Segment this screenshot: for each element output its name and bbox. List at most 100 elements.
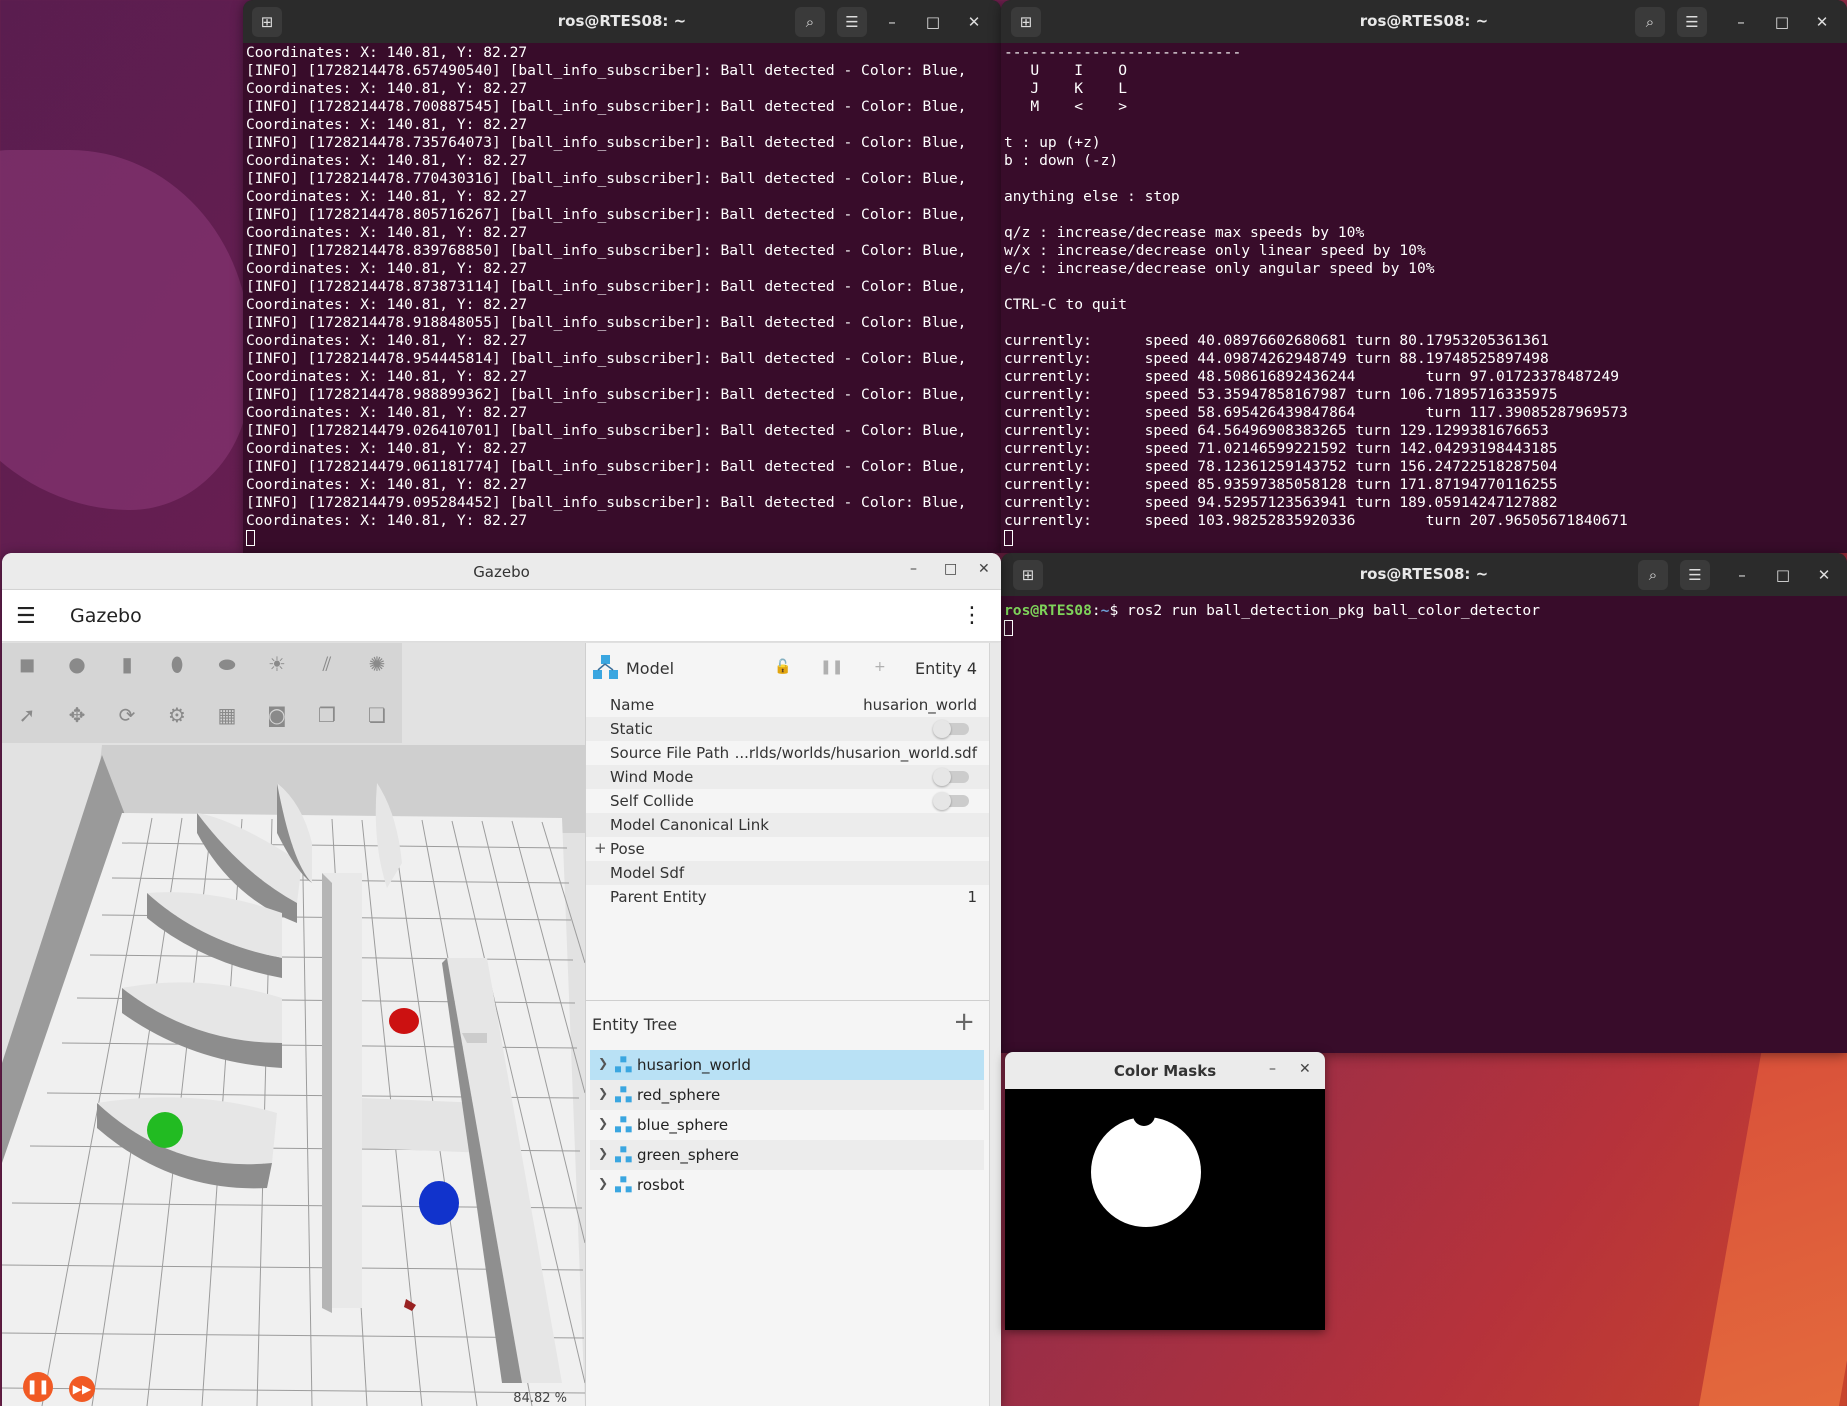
grid-snap-icon[interactable]: ▦ — [210, 698, 244, 732]
directional-light-icon[interactable]: ⫽ — [310, 647, 344, 681]
pause-button[interactable]: ❚❚ — [23, 1372, 53, 1402]
close-icon[interactable]: ✕ — [1809, 560, 1839, 590]
close-icon[interactable]: ✕ — [959, 7, 989, 37]
terminal-line: [INFO] [1728214478.770430316] [ball_info… — [246, 170, 967, 187]
tree-item[interactable]: ❯ blue_sphere — [590, 1110, 984, 1140]
terminal-line: Coordinates: X: 140.81, Y: 82.27 — [246, 512, 528, 529]
rotate-icon[interactable]: ⟳ — [110, 698, 144, 732]
blue-sphere[interactable] — [419, 1181, 459, 1225]
search-icon[interactable]: ⌕ — [1638, 560, 1668, 590]
property-value[interactable]: husarion_world — [863, 696, 977, 714]
model-cubes-icon — [615, 1056, 632, 1073]
terminal-line: Coordinates: X: 140.81, Y: 82.27 — [246, 296, 528, 313]
kebab-menu-icon[interactable]: ⋮ — [961, 603, 983, 628]
cylinder-shape-icon[interactable]: ▮ — [110, 647, 144, 681]
toggle-switch[interactable] — [933, 792, 969, 810]
tree-item[interactable]: ❯ rosbot — [590, 1170, 984, 1200]
toggle-switch[interactable] — [933, 720, 969, 738]
lock-icon[interactable]: 🔓 — [774, 659, 791, 675]
ellipsoid-shape-icon[interactable]: ⬬ — [210, 647, 244, 681]
translate-icon[interactable]: ✥ — [60, 698, 94, 732]
minimize-icon[interactable]: – — [1726, 7, 1756, 37]
tree-item[interactable]: ❯ red_sphere — [590, 1080, 984, 1110]
terminal-titlebar: ⊞ ros@RTES08: ~ ⌕ ☰ – □ ✕ — [1001, 0, 1847, 43]
expand-plus-icon[interactable]: + — [594, 839, 607, 857]
camera-screenshot-icon[interactable]: ◙ — [260, 698, 294, 732]
property-label: Self Collide — [610, 792, 694, 810]
tree-item[interactable]: ❯ husarion_world — [590, 1050, 984, 1080]
maximize-icon[interactable]: □ — [918, 7, 948, 37]
terminal-line: [INFO] [1728214478.805716267] [ball_info… — [246, 206, 967, 223]
expand-chevron-icon[interactable]: ❯ — [598, 1146, 608, 1160]
close-icon[interactable]: ✕ — [1807, 7, 1837, 37]
property-list: Name husarion_world Static Source File Path… — [586, 693, 989, 909]
terminal-line: [INFO] [1728214479.095284452] [ball_info… — [246, 494, 967, 511]
menu-icon[interactable]: ☰ — [1677, 7, 1707, 37]
expand-chevron-icon[interactable]: ❯ — [598, 1116, 608, 1130]
expand-chevron-icon[interactable]: ❯ — [598, 1086, 608, 1100]
menu-icon[interactable]: ☰ — [837, 7, 867, 37]
copy-icon[interactable]: ❐ — [310, 698, 344, 732]
hamburger-menu-icon[interactable]: ☰ — [16, 604, 36, 629]
tree-item-label: blue_sphere — [637, 1116, 729, 1134]
terminal-line: --------------------------- — [1004, 44, 1242, 61]
green-sphere[interactable] — [147, 1112, 183, 1148]
step-forward-button[interactable]: ▶▶ — [69, 1376, 95, 1402]
terminal-titlebar: ⊞ ros@RTES08: ~ ⌕ ☰ – □ ✕ — [1001, 553, 1847, 596]
window-title: Gazebo — [473, 563, 530, 581]
transform-control-icon[interactable]: ⚙ — [160, 698, 194, 732]
minimize-icon[interactable]: – — [1727, 560, 1757, 590]
menu-icon[interactable]: ☰ — [1680, 560, 1710, 590]
spot-light-icon[interactable]: ✺ — [360, 647, 394, 681]
search-icon[interactable]: ⌕ — [1635, 7, 1665, 37]
minimize-icon[interactable]: – — [877, 7, 907, 37]
terminal-line: [INFO] [1728214478.873873114] [ball_info… — [246, 278, 967, 295]
close-icon[interactable]: ✕ — [978, 561, 990, 577]
add-component-icon[interactable]: + — [874, 659, 886, 675]
maximize-icon[interactable]: □ — [1767, 7, 1797, 37]
property-label: Pose — [610, 840, 645, 858]
terminal-output[interactable]: Coordinates: X: 140.81, Y: 82.27 [INFO] [… — [243, 43, 1001, 548]
component-type-label: Model — [626, 659, 675, 678]
terminal-line: Coordinates: X: 140.81, Y: 82.27 — [246, 80, 528, 97]
terminal-line: [INFO] [1728214478.735764073] [ball_info… — [246, 134, 967, 151]
prompt-separator: : — [1091, 602, 1101, 619]
close-icon[interactable]: ✕ — [1299, 1061, 1311, 1077]
property-value[interactable]: ...rlds/worlds/husarion_world.sdf — [735, 744, 977, 762]
terminal-output[interactable]: --------------------------- U I O J K L … — [1001, 43, 1847, 548]
terminal-line: Coordinates: X: 140.81, Y: 82.27 — [246, 224, 528, 241]
maximize-icon[interactable]: □ — [944, 561, 957, 577]
property-value[interactable]: 1 — [967, 888, 977, 906]
sphere-shape-icon[interactable]: ● — [60, 647, 94, 681]
scene-3d-viewport[interactable]: ◼ ● ▮ ⬮ ⬬ ☀ ⫽ ✺ ➚ ✥ ⟳ ⚙ ▦ ◙ ❐ ❏ ❚❚ ▶▶ 84… — [2, 643, 585, 1406]
tree-item-label: green_sphere — [637, 1146, 739, 1164]
panel-scrollbar[interactable] — [989, 643, 1001, 1406]
search-icon[interactable]: ⌕ — [795, 7, 825, 37]
terminal-line: CTRL-C to quit — [1004, 296, 1128, 313]
pause-updates-icon[interactable]: ❚❚ — [820, 659, 843, 675]
model-cubes-icon — [615, 1086, 632, 1103]
terminal-title: ros@RTES08: ~ — [1359, 12, 1489, 30]
sun-light-icon[interactable]: ☀ — [260, 647, 294, 681]
minimize-icon[interactable]: – — [1269, 1061, 1276, 1077]
capsule-shape-icon[interactable]: ⬮ — [160, 647, 194, 681]
expand-chevron-icon[interactable]: ❯ — [598, 1176, 608, 1190]
maximize-icon[interactable]: □ — [1768, 560, 1798, 590]
add-entity-icon[interactable]: + — [953, 1007, 975, 1037]
red-sphere[interactable] — [389, 1008, 419, 1034]
box-shape-icon[interactable]: ◼ — [10, 647, 44, 681]
property-row: Name husarion_world — [586, 693, 989, 717]
paste-icon[interactable]: ❏ — [360, 698, 394, 732]
window-title: Color Masks — [1113, 1062, 1217, 1080]
minimize-icon[interactable]: – — [910, 561, 917, 577]
terminal-line: [INFO] [1728214479.061181774] [ball_info… — [246, 458, 967, 475]
tree-item[interactable]: ❯ green_sphere — [590, 1140, 984, 1170]
select-arrow-icon[interactable]: ➚ — [10, 698, 44, 732]
toggle-switch[interactable] — [933, 768, 969, 786]
scene-render[interactable] — [2, 643, 585, 1406]
terminal-line: Coordinates: X: 140.81, Y: 82.27 — [246, 368, 528, 385]
terminal-line: e/c : increase/decrease only angular spe… — [1004, 260, 1435, 277]
expand-chevron-icon[interactable]: ❯ — [598, 1056, 608, 1070]
terminal-output[interactable]: ros@RTES08:~$ ros2 run ball_detection_pk… — [1001, 596, 1847, 638]
